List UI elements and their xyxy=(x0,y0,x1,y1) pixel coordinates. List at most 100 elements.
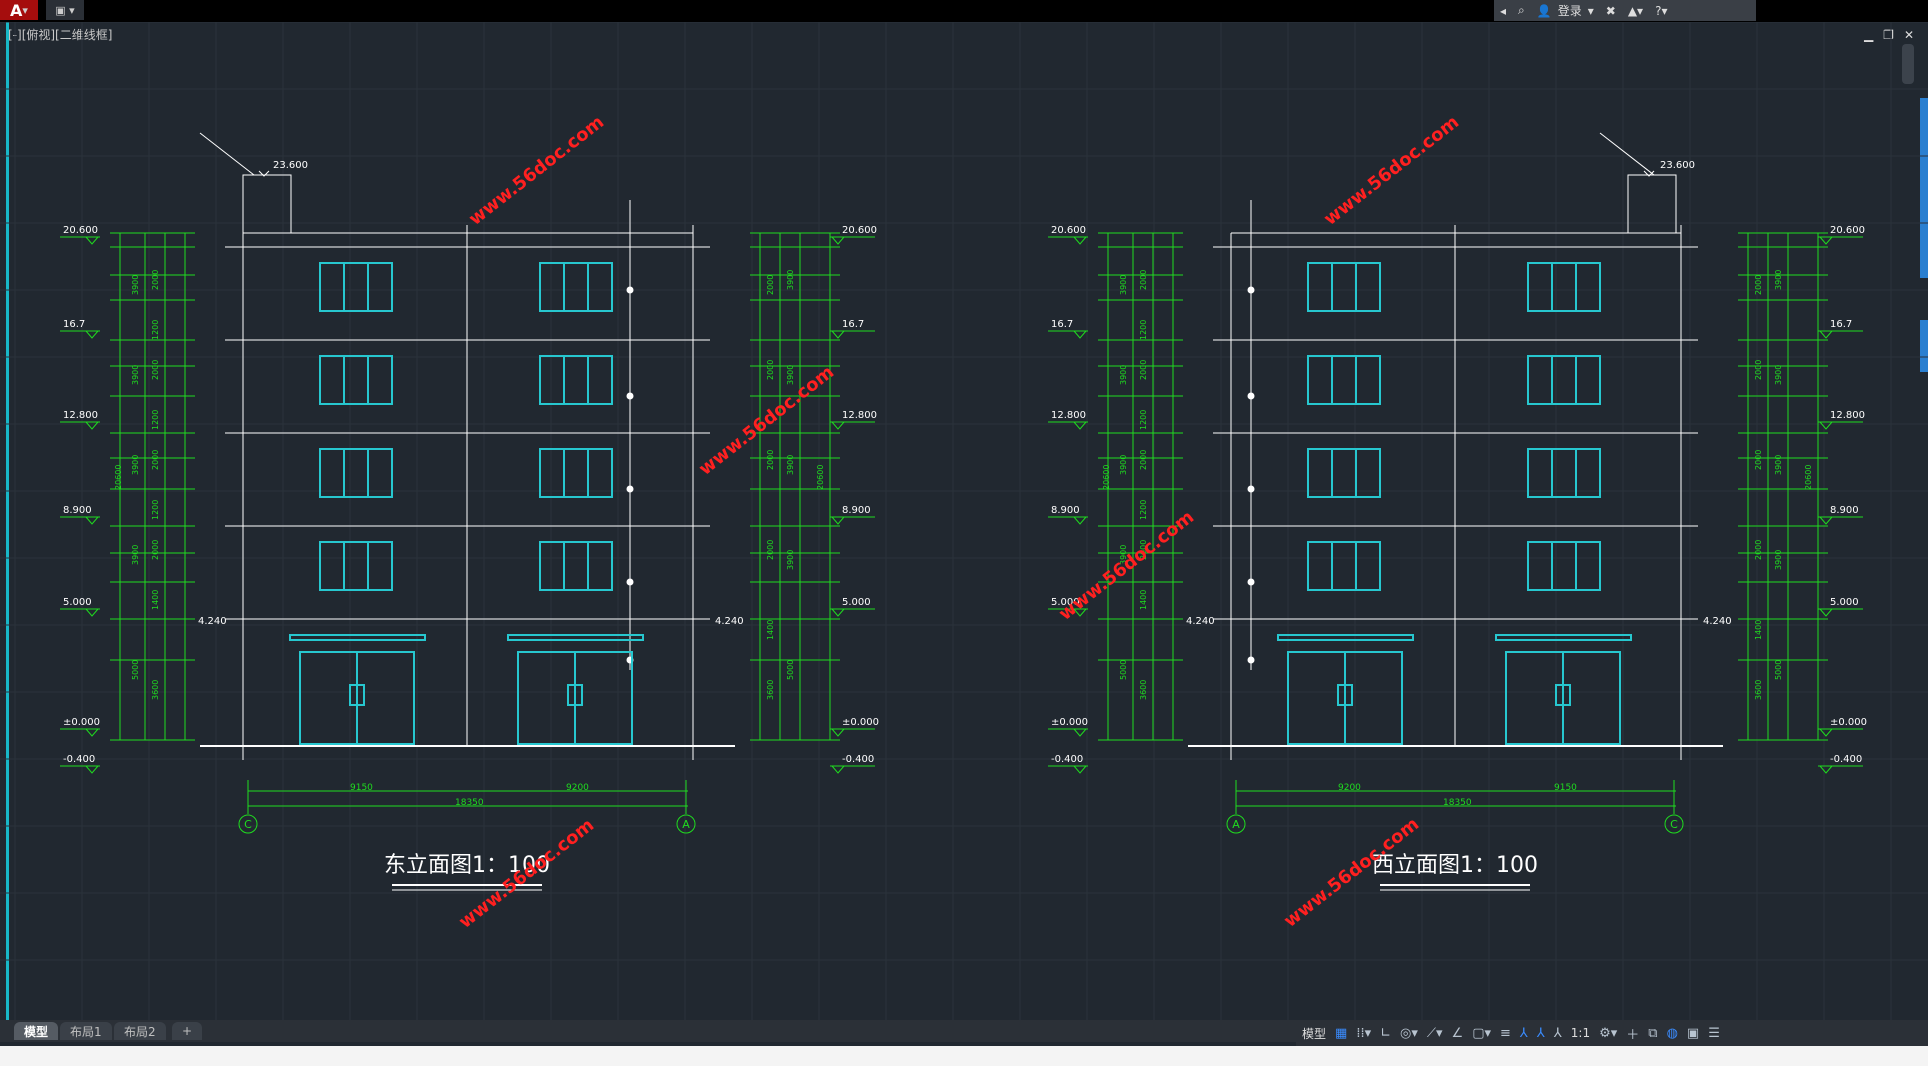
annotation-scale-icon[interactable]: ⅄ xyxy=(1554,1026,1562,1041)
level-label-left: 12.800 xyxy=(1051,410,1086,421)
bottom-dim-value: 9150 xyxy=(350,783,373,793)
auto-scale-icon[interactable]: ⅄ xyxy=(1537,1026,1545,1041)
window-frame xyxy=(319,355,393,405)
gear-icon[interactable]: ⚙▾ xyxy=(1599,1026,1617,1041)
dropdown-icon[interactable]: ▾ xyxy=(1582,4,1600,18)
dim-value: 2000 xyxy=(151,450,160,470)
dim-value: 3600 xyxy=(1754,680,1763,700)
tab-model[interactable]: 模型 xyxy=(14,1022,59,1040)
window-frame xyxy=(1307,262,1381,312)
level-label-left: ±0.000 xyxy=(63,717,100,728)
binoculars-icon[interactable]: ⌕ xyxy=(1512,3,1531,18)
command-line-area[interactable] xyxy=(0,1046,1928,1066)
canopy xyxy=(1277,634,1414,641)
level-mark xyxy=(85,608,99,617)
level-label-right: 5.000 xyxy=(842,597,871,608)
dim-value: 2000 xyxy=(1139,270,1148,290)
window xyxy=(1527,355,1601,405)
dim-value: 5000 xyxy=(1774,660,1783,680)
dim-value: 1200 xyxy=(1139,500,1148,520)
status-bar: 模型 ▦ ⁞⁞▾ ∟ ◎▾ ⟋▾ ∠ ▢▾ ≡ ⅄ ⅄ ⅄ 1:1 ⚙▾ ＋ ⧉… xyxy=(1296,1020,1928,1046)
customize-icon[interactable]: ☰ xyxy=(1708,1026,1720,1041)
level-label-left: 12.800 xyxy=(63,410,98,421)
bottom-dim-value: 9200 xyxy=(566,783,589,793)
tab-add[interactable]: + xyxy=(172,1022,203,1040)
leader-line xyxy=(1599,132,1655,176)
help-icon[interactable]: ?▾ xyxy=(1649,4,1673,18)
canopy-level-label: 4.240 xyxy=(198,616,227,627)
app-menu-button[interactable]: A ▾ xyxy=(0,0,38,20)
model-space-button[interactable]: 模型 xyxy=(1302,1025,1326,1042)
dim-value: 3900 xyxy=(1119,365,1128,385)
window-frame xyxy=(319,541,393,591)
dim-value: 3600 xyxy=(1139,680,1148,700)
tab-layout1[interactable]: 布局1 xyxy=(60,1022,112,1040)
level-label-left: 8.900 xyxy=(1051,505,1080,516)
canopy xyxy=(289,634,426,641)
level-label-right: 8.900 xyxy=(1830,505,1859,516)
window xyxy=(319,355,393,405)
window xyxy=(1307,262,1381,312)
pipe-bracket xyxy=(626,286,634,294)
level-mark xyxy=(1073,728,1087,737)
window xyxy=(1527,262,1601,312)
dim-value: 3900 xyxy=(1774,365,1783,385)
level-label-left: 16.7 xyxy=(1051,319,1073,330)
window-frame xyxy=(1527,541,1601,591)
window xyxy=(319,541,393,591)
tab-layout2[interactable]: 布局2 xyxy=(114,1022,166,1040)
level-label-right: ±0.000 xyxy=(1830,717,1867,728)
clean-screen-icon[interactable]: ▣ xyxy=(1687,1026,1699,1041)
level-label-right: 12.800 xyxy=(842,410,877,421)
level-mark xyxy=(831,516,845,525)
grid-lines xyxy=(0,22,1928,1022)
annotation-visibility-icon[interactable]: ⅄ xyxy=(1520,1026,1528,1041)
top-level-label: 23.600 xyxy=(273,160,308,171)
dim-value: 3900 xyxy=(131,365,140,385)
dim-value: 1400 xyxy=(766,620,775,640)
level-label-left: 5.000 xyxy=(63,597,92,608)
bottom-dim-value: 18350 xyxy=(455,798,484,808)
lineweight-icon[interactable]: ≡ xyxy=(1500,1026,1511,1041)
object-snap-icon[interactable]: ∠ xyxy=(1452,1026,1464,1041)
hardware-acceleration-icon[interactable]: ◍ xyxy=(1667,1026,1678,1041)
drawing-canvas[interactable]: 23.600 4.240 4.240 3900 3900 3900 3900 5000 2000… xyxy=(0,22,1928,1022)
bottom-dim-value: 9150 xyxy=(1554,783,1577,793)
quick-access-toolbar[interactable]: ▣ ▾ xyxy=(46,0,84,20)
ortho-icon[interactable]: ∟ xyxy=(1380,1026,1391,1041)
dim-value: 5000 xyxy=(1119,660,1128,680)
dim-value: 2000 xyxy=(151,360,160,380)
plus-icon[interactable]: ＋ xyxy=(1626,1024,1639,1043)
dim-value: 2000 xyxy=(1139,450,1148,470)
snap-icon[interactable]: ⁞⁞▾ xyxy=(1356,1026,1371,1041)
annotation-scale-value[interactable]: 1:1 xyxy=(1571,1026,1590,1040)
dim-value: 1200 xyxy=(1139,410,1148,430)
dim-value: 3900 xyxy=(786,270,795,290)
exchange-icon[interactable]: ✖ xyxy=(1600,4,1622,18)
object-snap-tracking-icon[interactable]: ▢▾ xyxy=(1472,1026,1491,1041)
window-frame xyxy=(319,448,393,498)
dim-value: 2000 xyxy=(766,540,775,560)
isodraft-icon[interactable]: ⟋▾ xyxy=(1427,1026,1443,1041)
level-label-left: 8.900 xyxy=(63,505,92,516)
level-label-left: 16.7 xyxy=(63,319,85,330)
level-mark xyxy=(1819,516,1833,525)
dim-value: 3600 xyxy=(766,680,775,700)
polar-icon[interactable]: ◎▾ xyxy=(1400,1026,1418,1041)
dim-value: 1400 xyxy=(1139,590,1148,610)
roof-stair-box xyxy=(1627,174,1677,234)
login-button[interactable]: 登录 xyxy=(1558,2,1582,19)
grid-icon[interactable]: ▦ xyxy=(1335,1026,1347,1041)
dim-value: 2000 xyxy=(151,540,160,560)
level-label-right: 16.7 xyxy=(1830,319,1852,330)
level-mark xyxy=(1073,421,1087,430)
a360-icon[interactable]: ▲▾ xyxy=(1622,4,1649,18)
arrow-left-icon[interactable]: ◂ xyxy=(1494,4,1512,18)
dim-value: 3900 xyxy=(1774,270,1783,290)
isolate-icon[interactable]: ⧉ xyxy=(1648,1026,1657,1041)
dim-value: 2000 xyxy=(766,360,775,380)
level-mark xyxy=(1073,765,1087,774)
pipe-bracket xyxy=(626,485,634,493)
dim-value: 3900 xyxy=(786,365,795,385)
level-mark xyxy=(831,236,845,245)
